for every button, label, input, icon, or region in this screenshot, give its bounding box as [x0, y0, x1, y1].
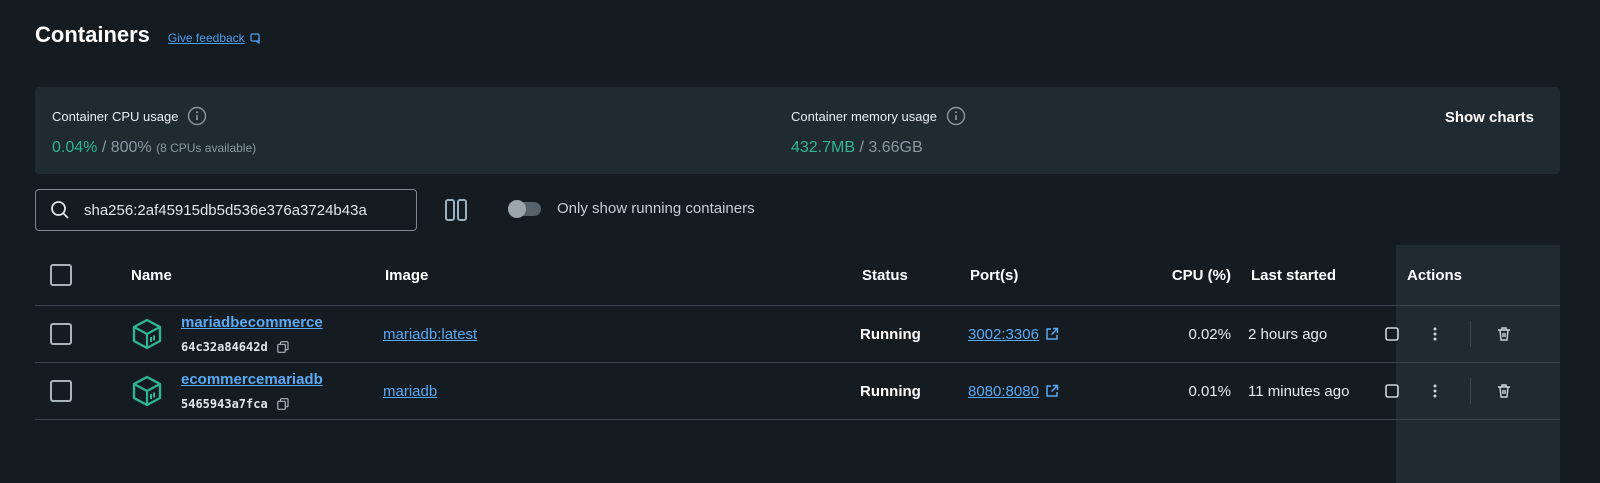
cpu-used: 0.04%	[52, 139, 98, 156]
stop-icon	[1385, 384, 1399, 398]
trash-icon	[1498, 327, 1510, 341]
column-header-image[interactable]: Image	[385, 245, 428, 305]
column-header-name[interactable]: Name	[131, 245, 172, 305]
more-vertical-icon	[1433, 327, 1437, 341]
table-row: mariadbecommerce 64c32a84642d mariadb:la…	[35, 306, 1560, 363]
only-running-filter: Only show running containers	[508, 199, 755, 218]
feedback-icon	[249, 33, 260, 44]
stop-button[interactable]	[1384, 326, 1400, 342]
give-feedback-label: Give feedback	[167, 31, 245, 45]
memory-usage-value: 432.7MB / 3.66GB	[791, 139, 966, 157]
action-divider	[1470, 378, 1471, 404]
only-running-toggle[interactable]	[508, 199, 541, 218]
info-icon[interactable]	[946, 106, 966, 126]
action-divider	[1470, 321, 1471, 347]
give-feedback-link[interactable]: Give feedback	[168, 31, 262, 45]
info-icon[interactable]	[187, 106, 207, 126]
status-text: Running	[860, 382, 921, 400]
external-link-icon[interactable]	[1045, 327, 1059, 341]
column-header-last-started[interactable]: Last started	[1251, 245, 1336, 305]
copy-icon[interactable]	[276, 398, 289, 410]
more-actions-button[interactable]	[1429, 326, 1441, 342]
stop-icon	[1385, 327, 1399, 341]
trash-icon	[1498, 384, 1510, 398]
image-link[interactable]: mariadb:latest	[383, 326, 477, 343]
containers-table: Name Image Status Port(s) CPU (%) Last s…	[35, 245, 1560, 420]
delete-button[interactable]	[1496, 383, 1512, 399]
page-title: Containers	[35, 22, 150, 47]
column-header-status[interactable]: Status	[862, 245, 908, 305]
external-link-icon[interactable]	[1045, 384, 1059, 398]
column-header-cpu[interactable]: CPU (%)	[1145, 245, 1231, 305]
port-link[interactable]: 3002:3306	[968, 326, 1039, 343]
search-box[interactable]	[35, 189, 417, 231]
cpu-usage-stat: Container CPU usage 0.04% / 800% (8 CPUs…	[52, 106, 256, 157]
search-input[interactable]	[84, 201, 384, 219]
memory-separator: /	[855, 139, 869, 156]
port-link[interactable]: 8080:8080	[968, 383, 1039, 400]
container-id: 5465943a7fca	[181, 397, 268, 411]
column-header-ports[interactable]: Port(s)	[970, 245, 1018, 305]
page-header: Containers Give feedback	[35, 22, 262, 48]
search-icon	[51, 201, 69, 219]
columns-icon	[445, 199, 467, 221]
memory-used: 432.7MB	[791, 139, 856, 156]
copy-icon[interactable]	[276, 341, 289, 353]
usage-stats-panel: Container CPU usage 0.04% / 800% (8 CPUs…	[35, 87, 1560, 174]
more-vertical-icon	[1433, 384, 1437, 398]
columns-button[interactable]	[444, 198, 468, 227]
container-icon	[132, 318, 162, 350]
more-actions-button[interactable]	[1429, 383, 1441, 399]
container-id: 64c32a84642d	[181, 340, 268, 354]
select-all-checkbox[interactable]	[50, 264, 72, 286]
status-text: Running	[860, 325, 921, 343]
only-running-label: Only show running containers	[557, 200, 755, 217]
table-header-row: Name Image Status Port(s) CPU (%) Last s…	[35, 245, 1560, 306]
show-charts-button[interactable]: Show charts	[1445, 109, 1534, 126]
cpu-separator: /	[97, 139, 111, 156]
memory-usage-label: Container memory usage	[791, 108, 937, 124]
container-name-link[interactable]: ecommercemariadb	[181, 371, 323, 388]
cpu-percent: 0.01%	[1188, 382, 1231, 400]
delete-button[interactable]	[1496, 326, 1512, 342]
table-row: ecommercemariadb 5465943a7fca mariadb Ru…	[35, 363, 1560, 420]
stop-button[interactable]	[1384, 383, 1400, 399]
cpu-total: 800%	[110, 139, 152, 156]
row-checkbox[interactable]	[50, 380, 72, 402]
cpu-available-note: (8 CPUs available)	[156, 141, 257, 155]
container-icon	[132, 375, 162, 407]
container-name-link[interactable]: mariadbecommerce	[181, 314, 323, 331]
cpu-usage-label: Container CPU usage	[52, 108, 179, 124]
image-link[interactable]: mariadb	[383, 383, 437, 400]
cpu-usage-value: 0.04% / 800% (8 CPUs available)	[52, 139, 256, 157]
last-started: 2 hours ago	[1248, 325, 1328, 343]
row-checkbox[interactable]	[50, 323, 72, 345]
cpu-percent: 0.02%	[1188, 325, 1231, 343]
memory-total: 3.66GB	[868, 139, 923, 156]
last-started: 11 minutes ago	[1248, 382, 1350, 400]
memory-usage-stat: Container memory usage 432.7MB / 3.66GB	[791, 106, 966, 157]
column-header-actions: Actions	[1407, 266, 1463, 284]
